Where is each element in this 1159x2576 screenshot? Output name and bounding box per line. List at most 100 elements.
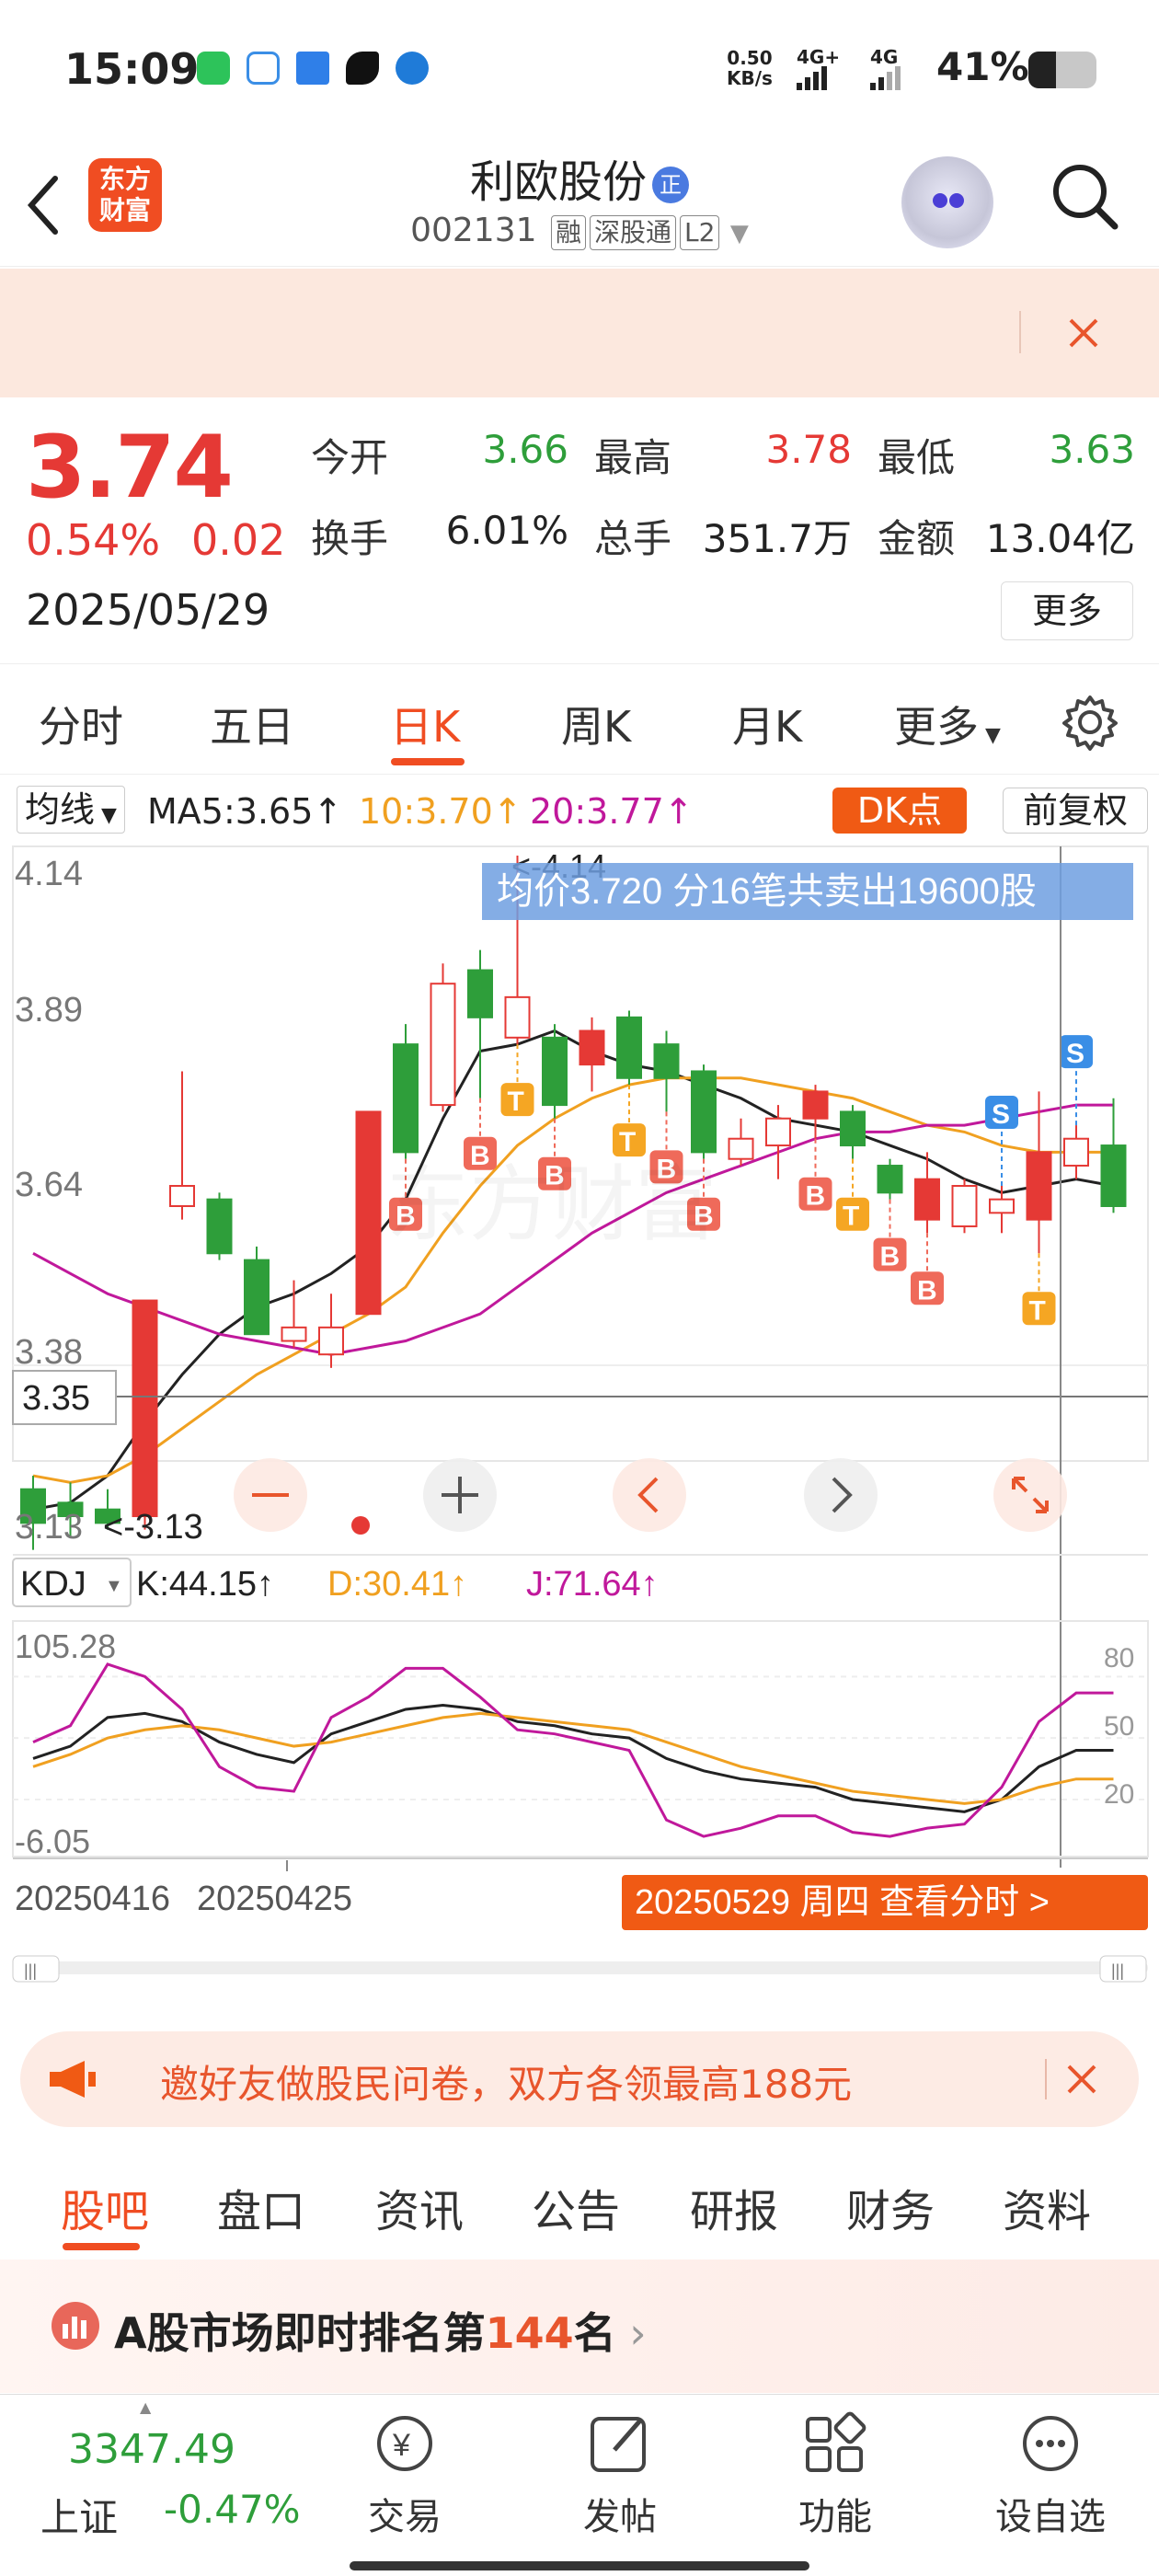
chart-scrollbar — [13, 1961, 1148, 1974]
candle-body — [951, 1185, 978, 1227]
index-value[interactable]: 3347.49 — [68, 2426, 235, 2473]
verified-badge-icon: 正 — [652, 167, 689, 203]
kdj-selector-label: KDJ — [20, 1565, 86, 1604]
quote-date: 2025/05/29 — [26, 585, 270, 635]
section-tabs: 股吧 盘口 资讯 公告 研报 财务 资料 — [0, 2144, 1159, 2254]
assistant-robot-icon[interactable] — [901, 156, 993, 248]
tag-margin: 融 — [550, 215, 586, 250]
candle-body — [504, 995, 531, 1039]
forward-adjust-button[interactable]: 前复权 — [1003, 788, 1148, 834]
watermark: 东方财富 — [386, 1159, 717, 1251]
candle-body — [430, 983, 456, 1107]
current-date-text: 20250529 周四 查看分时 > — [635, 1883, 1050, 1922]
add-watchlist-button[interactable]: 设自选 — [986, 2411, 1115, 2540]
current-price: 3.74 — [26, 418, 234, 518]
tab-guba[interactable]: 股吧 — [61, 2175, 149, 2239]
tag-level2: L2 — [680, 215, 720, 250]
signal-4g-label: 4G — [870, 46, 899, 68]
battery-icon — [1028, 52, 1096, 88]
signal-label: S — [992, 1099, 1010, 1130]
browser-app-icon — [396, 52, 429, 85]
candle-body — [616, 1016, 642, 1079]
tab-finance[interactable]: 财务 — [846, 2175, 935, 2239]
tab-intraday[interactable]: 分时 — [39, 694, 123, 754]
tab-research[interactable]: 研报 — [690, 2175, 778, 2239]
section-tab-indicator — [63, 2243, 140, 2250]
signal-label: T — [843, 1202, 859, 1232]
promo-divider — [1045, 2059, 1047, 2099]
tab-daily-k[interactable]: 日K — [390, 694, 460, 754]
battery-percent: 41% — [936, 44, 1029, 89]
kdj-y-top: 105.28 — [15, 1627, 116, 1665]
video-app-icon — [296, 52, 329, 85]
functions-grid-icon — [806, 2411, 866, 2472]
tab-weekly-k[interactable]: 周K — [561, 694, 631, 754]
promo-close-icon[interactable] — [1065, 2063, 1098, 2096]
x-axis-label-2: 20250425 — [197, 1880, 352, 1918]
candle-body — [877, 1165, 903, 1194]
market-rank-banner[interactable]: A股市场即时排名第144名 › — [0, 2260, 1159, 2393]
y-axis-label-4: 3.38 — [15, 1333, 83, 1372]
ma5-value: MA5:3.65↑ — [147, 791, 343, 832]
tab-pankou[interactable]: 盘口 — [217, 2175, 305, 2239]
stock-header: 东方 财富 利欧股份正 002131 融深股通 L2 ▼ — [0, 138, 1159, 267]
candle-body — [542, 1036, 568, 1107]
index-change[interactable]: -0.47% — [164, 2487, 301, 2532]
candle-body — [579, 1029, 605, 1066]
signal-label: B — [806, 1181, 826, 1212]
bottom-bar: ▲ 3347.49 上证 -0.47% ¥ 交易 发帖 功能 设自选 — [0, 2394, 1159, 2576]
amount-label: 金额 — [878, 516, 956, 561]
top-banner[interactable] — [0, 269, 1159, 397]
tab-announcements[interactable]: 公告 — [532, 2175, 620, 2239]
more-button[interactable]: 更多 — [1001, 581, 1133, 640]
fullscreen-button — [993, 1458, 1067, 1532]
close-icon[interactable] — [1067, 316, 1100, 350]
candle-body — [169, 1185, 195, 1207]
x-axis-label-1: 20250416 — [15, 1880, 170, 1918]
kline-chart-area[interactable]: BBTBTBBBTBBTSS 东方财富 4.14 3.89 3.64 3.38 … — [0, 837, 1159, 2006]
functions-button[interactable]: 功能 — [771, 2411, 900, 2540]
period-tabs: 分时 五日 日K 周K 月K 更多 ▼ — [0, 664, 1159, 775]
kdj-level-80: 80 — [1104, 1643, 1134, 1673]
zoom-out-button — [234, 1458, 307, 1532]
signal-4g-plus-label: 4G+ — [797, 46, 841, 68]
tab-news[interactable]: 资讯 — [375, 2175, 464, 2239]
kline-chart-svg[interactable]: BBTBTBBBTBBTSS 东方财富 4.14 3.89 3.64 3.38 … — [0, 837, 1159, 2006]
tag-connect: 深股通 — [590, 215, 677, 250]
active-tab-indicator — [391, 758, 465, 765]
tab-monthly-k[interactable]: 月K — [732, 694, 802, 754]
scroll-handle-right-grip: ||| — [1111, 1961, 1124, 1980]
candle-body — [318, 1326, 344, 1356]
settings-gear-icon[interactable] — [1060, 692, 1120, 753]
open-value: 3.66 — [482, 427, 568, 472]
tab-profile[interactable]: 资料 — [1003, 2175, 1091, 2239]
home-indicator — [350, 2561, 809, 2570]
status-bar: 15:09 0.50 KB/s 4G+ 4G 41% — [0, 0, 1159, 138]
tab-more[interactable]: 更多 ▼ — [894, 694, 1001, 754]
candle-body — [728, 1137, 754, 1160]
signal-label: B — [917, 1275, 937, 1305]
y-axis-label-bottom: 3.13 — [15, 1508, 83, 1547]
trade-button[interactable]: ¥ 交易 — [340, 2411, 469, 2540]
signal-label: T — [508, 1087, 524, 1117]
candle-body — [802, 1090, 829, 1120]
signal-bars-icon-2 — [870, 66, 903, 103]
candle-body — [840, 1110, 866, 1147]
index-name[interactable]: 上证 — [40, 2487, 118, 2543]
banner-divider — [1019, 311, 1021, 353]
kdj-k-value: K:44.15↑ — [136, 1565, 274, 1604]
kdj-y-bottom: -6.05 — [15, 1823, 90, 1860]
candle-body — [206, 1198, 233, 1255]
index-up-icon: ▲ — [140, 2398, 152, 2416]
post-button[interactable]: 发帖 — [556, 2411, 684, 2540]
ma-selector[interactable]: 均线 ▼ — [17, 786, 125, 834]
promo-banner[interactable]: 邀好友做股民问卷，双方各领最高188元 — [20, 2031, 1139, 2127]
dk-point-button[interactable]: DK点 — [832, 788, 967, 834]
network-speed: 0.50 KB/s — [727, 47, 773, 89]
candle-body — [653, 1043, 680, 1079]
search-icon[interactable] — [1047, 158, 1120, 232]
tab-five-day[interactable]: 五日 — [210, 694, 294, 754]
kdj_k-line — [32, 1703, 1114, 1813]
signal-label: S — [1066, 1039, 1084, 1069]
kdj-level-50: 50 — [1104, 1711, 1134, 1742]
